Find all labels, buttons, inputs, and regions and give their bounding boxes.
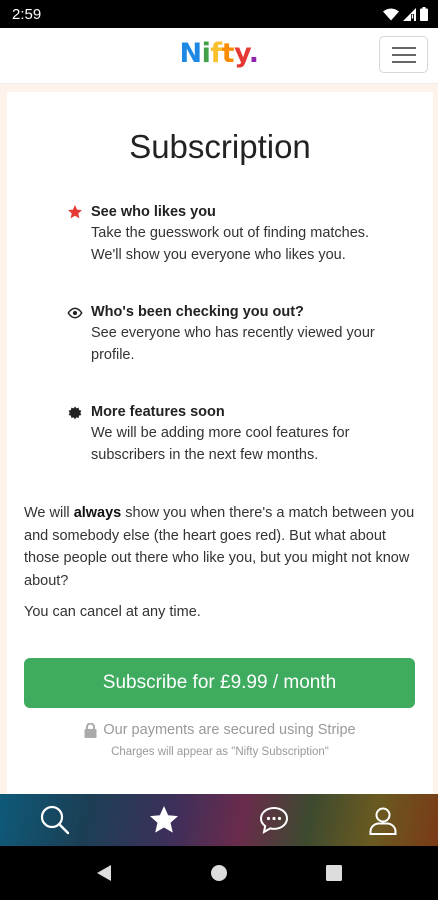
home-icon[interactable]: [210, 864, 228, 882]
intro-paragraph: We will always show you when there's a m…: [24, 505, 415, 589]
battery-icon: [420, 7, 428, 21]
cell-signal-icon: [403, 7, 416, 21]
recents-icon[interactable]: [326, 865, 342, 881]
feature-see-who-likes-you: See who likes you Take the guesswork out…: [67, 202, 407, 266]
feature-who-checked-you: Who's been checking you out? See everyon…: [67, 302, 407, 366]
bottom-nav: [0, 794, 438, 846]
system-nav-bar: [0, 846, 438, 900]
eye-icon: [67, 307, 83, 319]
nav-search[interactable]: [25, 794, 85, 846]
nav-profile[interactable]: [353, 794, 413, 846]
secure-payment-note: Our payments are secured using Stripe: [7, 722, 433, 738]
feature-desc-line: We'll show you everyone who likes you.: [91, 247, 346, 263]
status-bar: 2:59: [0, 0, 438, 28]
cancel-note: You can cancel at any time.: [24, 604, 201, 620]
feature-more-soon: More features soon We will be adding mor…: [67, 402, 407, 466]
secure-text: Our payments are secured using Stripe: [103, 722, 356, 738]
page-title: Subscription: [129, 128, 311, 165]
feature-title: See who likes you: [91, 204, 216, 220]
star-icon: [68, 205, 82, 219]
chat-icon: [259, 806, 288, 834]
feature-title: More features soon: [91, 404, 225, 420]
status-time: 2:59: [12, 5, 42, 23]
back-icon[interactable]: [96, 864, 112, 882]
wifi-icon: [383, 8, 399, 20]
charges-note: Charges will appear as "Nifty Subscripti…: [111, 746, 329, 758]
nav-messages[interactable]: [244, 794, 304, 846]
feature-desc-line: subscribers in the next few months.: [91, 447, 319, 463]
nifty-logo[interactable]: Nifty.: [0, 38, 438, 69]
feature-desc-line: See everyone who has recently viewed you…: [91, 325, 375, 341]
star-icon: [150, 806, 179, 833]
lock-icon: [84, 722, 97, 738]
feature-desc-line: We will be adding more cool features for: [91, 425, 350, 441]
feature-desc-line: profile.: [91, 347, 135, 363]
status-icons: [383, 7, 428, 21]
app-header: Nifty.: [0, 28, 438, 84]
feature-desc-line: Take the guesswork out of finding matche…: [91, 225, 370, 241]
gear-icon: [68, 406, 82, 420]
feature-title: Who's been checking you out?: [91, 304, 304, 320]
nav-likes[interactable]: [134, 794, 194, 846]
search-icon: [40, 805, 69, 835]
subscription-card: Subscription See who likes you Take the …: [7, 92, 433, 794]
menu-button[interactable]: [379, 36, 428, 73]
hamburger-icon: [391, 46, 416, 49]
profile-icon: [369, 807, 397, 835]
subscribe-button[interactable]: Subscribe for £9.99 / month: [24, 658, 415, 708]
